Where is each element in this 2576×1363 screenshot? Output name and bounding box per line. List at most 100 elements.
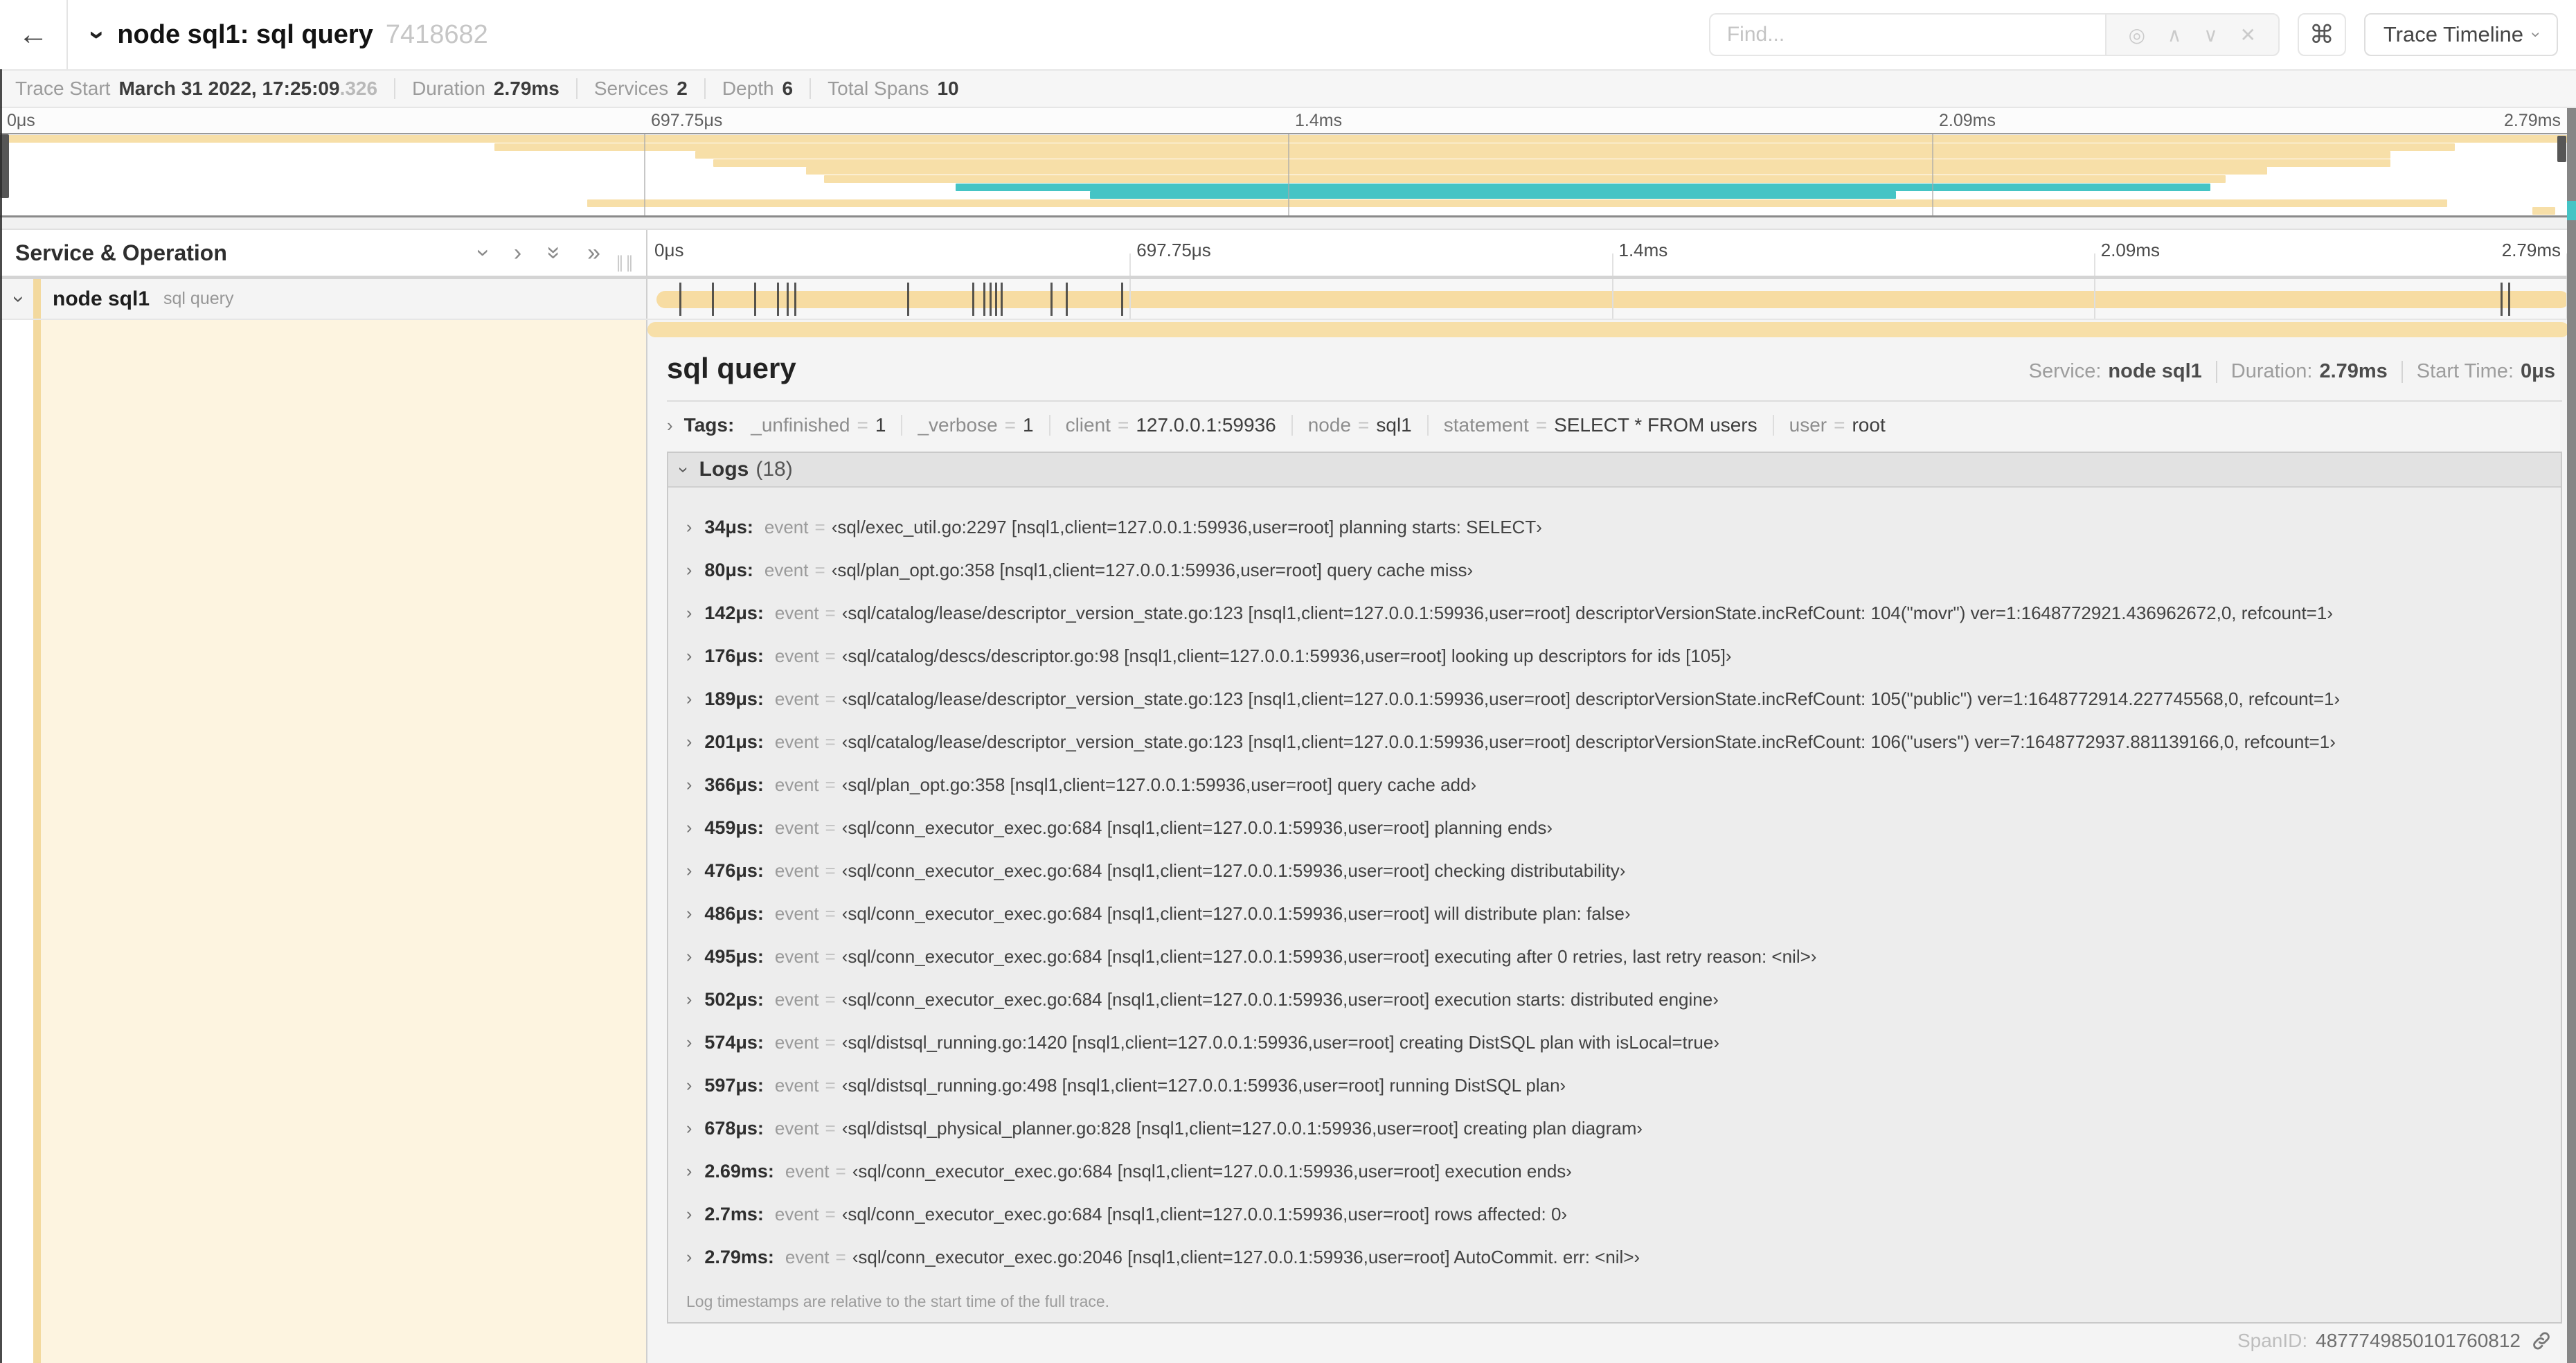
log-row[interactable]: › 366μs: event = ‹sql/plan_opt.go:358 [nsql1… [668, 763, 2561, 806]
collapse-all-icon[interactable]: » [542, 247, 568, 260]
log-value: ‹sql/catalog/lease/descriptor_version_st… [841, 602, 2333, 623]
log-expand-chevron-icon[interactable]: › [686, 861, 692, 881]
deep-link-icon[interactable] [2530, 1330, 2552, 1352]
tag-separator [1291, 415, 1293, 436]
log-row[interactable]: › 142μs: event = ‹sql/catalog/lease/descript… [668, 591, 2561, 634]
prev-result-icon[interactable]: ∧ [2167, 24, 2182, 46]
find-input[interactable] [1708, 13, 2105, 56]
log-value: ‹sql/conn_executor_exec.go:684 [nsql1,cl… [841, 1203, 1568, 1224]
log-row[interactable]: › 80μs: event = ‹sql/plan_opt.go:358 [nsql1,… [668, 549, 2561, 591]
vertical-scrollbar[interactable] [2567, 108, 2576, 1363]
log-row[interactable]: › 2.69ms: event = ‹sql/conn_executor_exec.go… [668, 1150, 2561, 1193]
log-equals: = [825, 1074, 836, 1096]
log-equals: = [814, 516, 825, 537]
log-expand-chevron-icon[interactable]: › [686, 732, 692, 752]
minimap-span-bar [1089, 191, 1896, 199]
tag-value: sql1 [1376, 414, 1412, 436]
log-key: event [785, 1160, 830, 1182]
tag-value: SELECT * FROM users [1554, 414, 1757, 436]
log-expand-chevron-icon[interactable]: › [686, 646, 692, 666]
log-marker-tick [2507, 283, 2510, 316]
back-button[interactable]: ← [0, 0, 68, 69]
span-collapse-chevron-icon[interactable]: › [7, 296, 30, 303]
log-marker-tick [983, 283, 986, 316]
span-row[interactable]: › node sql1 sql query [0, 279, 2576, 320]
log-row[interactable]: › 597μs: event = ‹sql/distsql_running.go:498… [668, 1064, 2561, 1107]
tag-value: root [1852, 414, 1886, 436]
log-row[interactable]: › 459μs: event = ‹sql/conn_executor_exec.go:… [668, 806, 2561, 849]
log-expand-chevron-icon[interactable]: › [686, 1161, 692, 1182]
meta-label: Service: [2028, 360, 2102, 382]
span-row-track[interactable] [647, 279, 2576, 319]
log-row[interactable]: › 176μs: event = ‹sql/catalog/descs/descript… [668, 634, 2561, 677]
span-row-name-cell[interactable]: › node sql1 sql query [0, 279, 647, 319]
log-expand-chevron-icon[interactable]: › [686, 775, 692, 795]
clear-search-icon[interactable]: ✕ [2240, 24, 2256, 46]
collapse-one-icon[interactable]: › [470, 249, 497, 256]
command-icon: ⌘ [2309, 20, 2334, 48]
log-value: ‹sql/plan_opt.go:358 [nsql1,client=127.0… [831, 559, 1474, 580]
span-detail-row: sql query Service: node sql1 Duration: 2.79… [0, 320, 2576, 1363]
log-row[interactable]: › 502μs: event = ‹sql/conn_executor_exec.go:… [668, 978, 2561, 1021]
ruler-tick-label: 2.09ms [2100, 240, 2161, 260]
minimap-span-bar [806, 167, 2267, 175]
log-row[interactable]: › 476μs: event = ‹sql/conn_executor_exec.go:… [668, 849, 2561, 892]
track-gridline [1129, 279, 1132, 319]
log-row[interactable]: › 574μs: event = ‹sql/distsql_running.go:142… [668, 1021, 2561, 1064]
log-row[interactable]: › 2.79ms: event = ‹sql/conn_executor_exec.go… [668, 1236, 2561, 1279]
minimap-canvas[interactable] [0, 133, 2576, 217]
log-expand-chevron-icon[interactable]: › [686, 1033, 692, 1053]
log-expand-chevron-icon[interactable]: › [686, 560, 692, 580]
log-key: event [774, 988, 819, 1010]
log-key: event [774, 902, 819, 924]
log-timestamp: 678μs: [704, 1117, 764, 1139]
span-color-stripe [33, 320, 41, 1363]
log-expand-chevron-icon[interactable]: › [686, 904, 692, 924]
log-expand-chevron-icon[interactable]: › [686, 517, 692, 537]
tag-key: user [1789, 414, 1827, 436]
log-expand-chevron-icon[interactable]: › [686, 1119, 692, 1139]
tags-expand-chevron-icon[interactable]: › [667, 415, 673, 436]
log-expand-chevron-icon[interactable]: › [686, 1076, 692, 1096]
log-row[interactable]: › 2.7ms: event = ‹sql/conn_executor_exec.go:… [668, 1193, 2561, 1236]
log-timestamp: 34μs: [704, 516, 753, 537]
log-row[interactable]: › 34μs: event = ‹sql/exec_util.go:2297 [nsql… [668, 506, 2561, 549]
detail-left-gutter [0, 320, 647, 1363]
match-highlight-icon[interactable]: ◎ [2129, 24, 2145, 46]
info-label: Total Spans [828, 78, 929, 99]
log-equals: = [825, 774, 836, 795]
ruler-tick-label: 1.4ms [1295, 111, 1343, 130]
minimap-right-scrubber[interactable] [2557, 136, 2566, 162]
log-equals: = [825, 731, 836, 752]
tags-label: Tags: [683, 414, 735, 436]
tag-equals: = [1358, 414, 1370, 436]
title-chevron-down-icon[interactable]: › [82, 30, 113, 39]
next-result-icon[interactable]: ∨ [2203, 24, 2218, 46]
log-expand-chevron-icon[interactable]: › [686, 947, 692, 967]
log-row[interactable]: › 495μs: event = ‹sql/conn_executor_exec.go:… [668, 935, 2561, 978]
tags-row[interactable]: › Tags: _unfinished = 1 _verbose = 1 client = 12… [667, 414, 2562, 436]
column-resize-handle[interactable]: ∥∥ [616, 253, 635, 273]
keyboard-shortcuts-button[interactable]: ⌘ [2297, 13, 2346, 56]
logs-header[interactable]: › Logs (18) [668, 453, 2561, 488]
log-expand-chevron-icon[interactable]: › [686, 1247, 692, 1267]
log-row[interactable]: › 486μs: event = ‹sql/conn_executor_exec.go:… [668, 892, 2561, 935]
tag-value: 127.0.0.1:59936 [1136, 414, 1276, 436]
view-selector-button[interactable]: Trace Timeline › [2363, 13, 2558, 56]
log-key: event [774, 688, 819, 709]
log-row[interactable]: › 201μs: event = ‹sql/catalog/lease/descript… [668, 720, 2561, 763]
log-row[interactable]: › 189μs: event = ‹sql/catalog/lease/descript… [668, 677, 2561, 720]
log-row[interactable]: › 678μs: event = ‹sql/distsql_physical_plann… [668, 1107, 2561, 1150]
log-marker-tick [777, 283, 779, 316]
trace-title-wrap[interactable]: › node sql1: sql query 7418682 [82, 19, 488, 51]
expand-all-icon[interactable]: » [587, 241, 600, 265]
log-expand-chevron-icon[interactable]: › [686, 689, 692, 709]
log-expand-chevron-icon[interactable]: › [686, 1204, 692, 1224]
log-expand-chevron-icon[interactable]: › [686, 990, 692, 1010]
expand-one-icon[interactable]: › [514, 241, 521, 265]
tag-separator [1048, 415, 1050, 436]
info-label: Duration [412, 78, 485, 99]
log-expand-chevron-icon[interactable]: › [686, 818, 692, 838]
log-expand-chevron-icon[interactable]: › [686, 603, 692, 623]
meta-value: 2.79ms [2319, 360, 2388, 382]
